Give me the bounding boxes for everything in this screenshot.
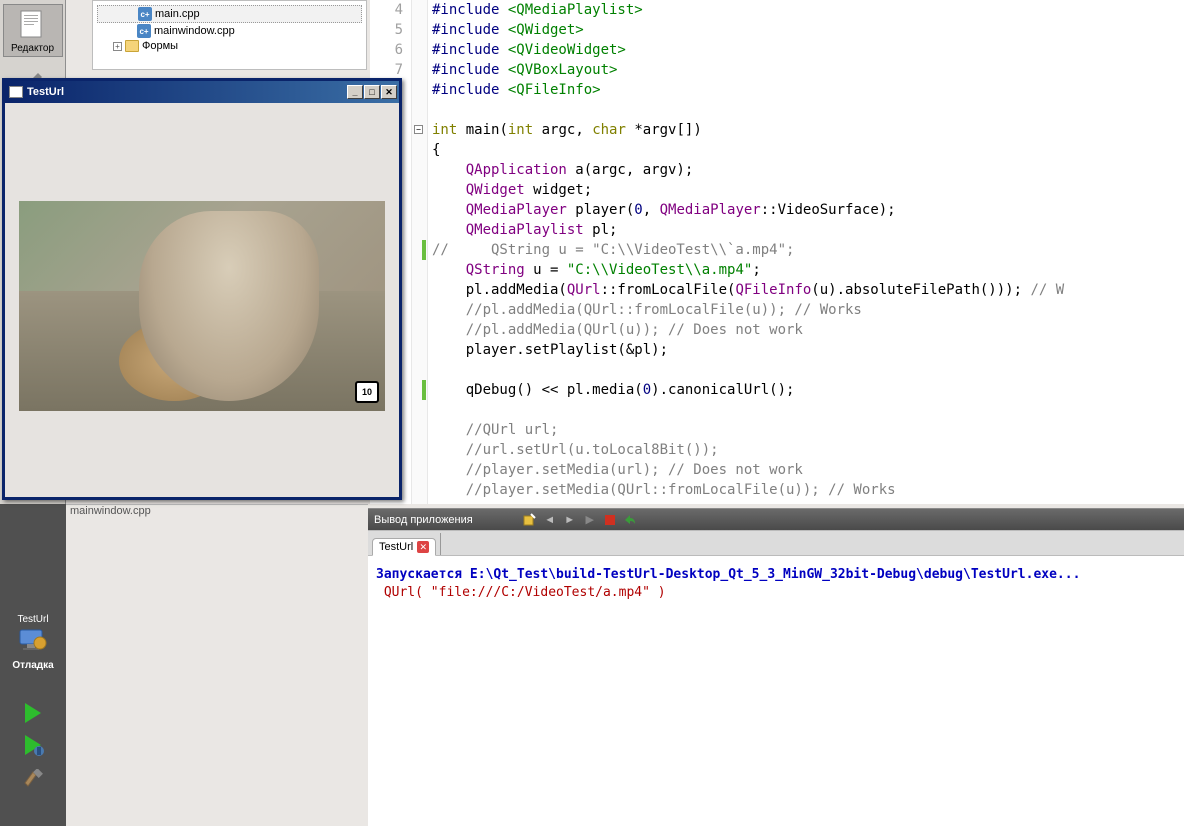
titlebar[interactable]: TestUrl _ □ ✕ bbox=[5, 81, 399, 103]
tab-close-icon[interactable]: ✕ bbox=[417, 541, 429, 553]
folder-icon bbox=[125, 40, 139, 52]
code-content[interactable]: #include <QMediaPlaylist> #include <QWid… bbox=[432, 0, 1184, 500]
change-marker bbox=[422, 240, 426, 260]
tree-item-label: main.cpp bbox=[155, 8, 200, 20]
rerun-icon[interactable] bbox=[623, 513, 637, 527]
tree-item-label: mainwindow.cpp bbox=[154, 25, 235, 37]
output-tab-label: TestUrl bbox=[379, 541, 413, 553]
output-line: Запускается E:\Qt_Test\build-TestUrl-Des… bbox=[376, 567, 1080, 582]
app-icon bbox=[9, 86, 23, 98]
maximize-button[interactable]: □ bbox=[364, 85, 380, 99]
editor-mode-label: Редактор bbox=[11, 43, 54, 54]
minimize-button[interactable]: _ bbox=[347, 85, 363, 99]
window-title: TestUrl bbox=[27, 86, 64, 98]
output-console[interactable]: Запускается E:\Qt_Test\build-TestUrl-Des… bbox=[368, 556, 1184, 826]
run-target-label: TestUrl bbox=[3, 614, 63, 625]
project-tree: c+ main.cpp c+ mainwindow.cpp + Формы bbox=[92, 0, 367, 70]
cpp-file-icon: c+ bbox=[137, 24, 151, 38]
clear-icon[interactable] bbox=[523, 513, 537, 527]
line-num: 7 bbox=[370, 60, 403, 80]
debug-mode-label: Отладка bbox=[3, 660, 63, 671]
line-num: 5 bbox=[370, 20, 403, 40]
output-tabs: TestUrl ✕ bbox=[368, 530, 1184, 556]
cpp-file-icon: c+ bbox=[138, 7, 152, 21]
video-display: 10 bbox=[19, 201, 385, 411]
code-editor[interactable]: 4 5 6 7 − #include <QMediaPlaylist> #inc… bbox=[370, 0, 1184, 504]
debug-sidebar: TestUrl Отладка bbox=[0, 504, 66, 826]
fold-toggle-icon[interactable]: − bbox=[414, 125, 423, 134]
expand-icon[interactable]: + bbox=[113, 42, 122, 51]
run-icon[interactable]: ▶ bbox=[583, 513, 597, 527]
output-tab-testurl[interactable]: TestUrl ✕ bbox=[372, 538, 436, 556]
tree-item-main-cpp[interactable]: c+ main.cpp bbox=[97, 5, 362, 23]
testurl-window[interactable]: TestUrl _ □ ✕ 10 bbox=[2, 78, 402, 500]
bottom-panel bbox=[66, 504, 368, 826]
editor-mode-button[interactable]: Редактор bbox=[3, 4, 63, 57]
build-button[interactable] bbox=[22, 767, 44, 793]
line-num: 4 bbox=[370, 0, 403, 20]
output-toolbar-label: Вывод приложения bbox=[374, 514, 473, 526]
tree-item-label: Формы bbox=[142, 40, 178, 52]
output-line: QUrl( "file:///C:/VideoTest/a.mp4" ) bbox=[376, 585, 666, 600]
stop-icon[interactable] bbox=[603, 513, 617, 527]
tree-item-forms[interactable]: + Формы bbox=[97, 39, 362, 53]
run-button[interactable] bbox=[25, 703, 41, 723]
close-button[interactable]: ✕ bbox=[381, 85, 397, 99]
monitor-icon[interactable] bbox=[17, 627, 49, 656]
output-toolbar: Вывод приложения ◄ ► ▶ bbox=[368, 508, 1184, 530]
prev-icon[interactable]: ◄ bbox=[543, 513, 557, 527]
change-marker bbox=[422, 380, 426, 400]
next-icon[interactable]: ► bbox=[563, 513, 577, 527]
route-badge: 10 bbox=[355, 381, 379, 403]
line-num: 6 bbox=[370, 40, 403, 60]
open-file-tab[interactable]: mainwindow.cpp bbox=[70, 505, 151, 517]
debug-button[interactable] bbox=[25, 735, 41, 755]
tree-item-mainwindow-cpp[interactable]: c+ mainwindow.cpp bbox=[97, 23, 362, 39]
document-icon bbox=[17, 9, 49, 41]
